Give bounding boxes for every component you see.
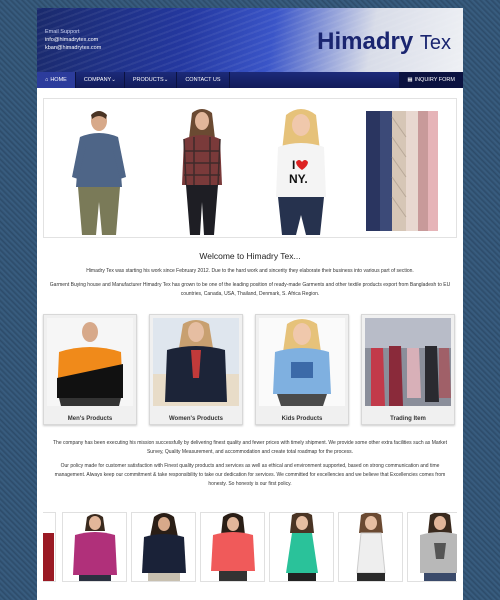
carousel-item[interactable] bbox=[62, 512, 127, 582]
nav-home[interactable]: ⌂ HOME bbox=[37, 72, 75, 88]
nav-home-label: HOME bbox=[50, 77, 67, 83]
nav-divider bbox=[228, 72, 230, 88]
man-denim-shirt-image bbox=[72, 111, 126, 235]
nav-products[interactable]: PRODUCTS ⌄ bbox=[125, 72, 176, 88]
email-support: Email Support info@himadrytex.com kban@h… bbox=[45, 28, 101, 52]
email-support-label: Email Support bbox=[45, 29, 80, 35]
hero-banner: I NY. bbox=[43, 98, 457, 238]
nav-contact-label: CONTACT US bbox=[185, 77, 221, 83]
carousel-item[interactable] bbox=[43, 512, 56, 582]
category-image-trading bbox=[365, 318, 451, 406]
intro-paragraph-2: Garment Buying house and Manufacturer Hi… bbox=[49, 282, 451, 297]
category-image-kids bbox=[259, 318, 345, 406]
category-label-women: Women's Products bbox=[169, 416, 223, 422]
logo-text-bold: Himadry bbox=[317, 28, 414, 55]
carousel-item[interactable] bbox=[407, 512, 457, 582]
mission-paragraph: The company has been executing his missi… bbox=[53, 440, 447, 455]
policy-paragraph: Our policy made for customer satisfactio… bbox=[54, 463, 446, 487]
logo-text-light: Tex bbox=[419, 32, 451, 54]
product-categories: Men's Products Women's Products Kids Pro… bbox=[43, 314, 457, 426]
intro-paragraph-1: Himadry Tex was starting his work since … bbox=[86, 268, 414, 274]
svg-text:NY.: NY. bbox=[289, 172, 308, 186]
category-label-kids: Kids Products bbox=[281, 416, 323, 422]
page-container: Email Support info@himadrytex.com kban@h… bbox=[37, 8, 463, 600]
nav-contact[interactable]: CONTACT US bbox=[177, 72, 228, 88]
woman-plaid-shirt-image bbox=[182, 109, 222, 235]
email-link-info[interactable]: info@himadrytex.com bbox=[45, 36, 101, 44]
fabric-rolls-image bbox=[366, 111, 438, 231]
category-label-trading: Trading Item bbox=[390, 416, 426, 422]
nav-inquiry-label: INQUIRY FORM bbox=[414, 77, 455, 83]
category-card-women[interactable]: Women's Products bbox=[149, 314, 243, 425]
product-carousel[interactable] bbox=[43, 512, 457, 584]
email-link-kban[interactable]: kban@himadrytex.com bbox=[45, 44, 101, 52]
girl-ny-tshirt-image: I NY. bbox=[276, 109, 326, 235]
nav-products-label: PRODUCTS bbox=[132, 77, 164, 83]
category-card-trading[interactable]: Trading Item bbox=[361, 314, 455, 425]
main-navigation: ⌂ HOME COMPANY ⌄ PRODUCTS ⌄ CONTACT US ▦… bbox=[37, 72, 463, 88]
category-card-kids[interactable]: Kids Products bbox=[255, 314, 349, 425]
carousel-item[interactable] bbox=[338, 512, 403, 582]
chevron-down-icon: ⌄ bbox=[111, 77, 116, 83]
site-header: Email Support info@himadrytex.com kban@h… bbox=[37, 8, 463, 72]
category-image-women bbox=[153, 318, 239, 406]
nav-inquiry-form[interactable]: ▦ INQUIRY FORM bbox=[399, 72, 463, 88]
welcome-heading: Welcome to Himadry Tex... bbox=[199, 251, 301, 261]
site-logo[interactable]: Himadry Tex bbox=[317, 28, 451, 56]
nav-company-label: COMPANY bbox=[83, 77, 112, 83]
nav-company[interactable]: COMPANY ⌄ bbox=[76, 72, 124, 88]
carousel-item[interactable] bbox=[200, 512, 265, 582]
home-icon: ⌂ bbox=[45, 77, 49, 83]
category-label-men: Men's Products bbox=[67, 416, 113, 422]
document-icon: ▦ bbox=[407, 77, 413, 83]
category-card-men[interactable]: Men's Products bbox=[43, 314, 137, 425]
carousel-item[interactable] bbox=[131, 512, 196, 582]
chevron-down-icon: ⌄ bbox=[163, 77, 169, 83]
category-image-men bbox=[47, 318, 133, 406]
carousel-item[interactable] bbox=[269, 512, 334, 582]
svg-text:I: I bbox=[292, 158, 295, 172]
